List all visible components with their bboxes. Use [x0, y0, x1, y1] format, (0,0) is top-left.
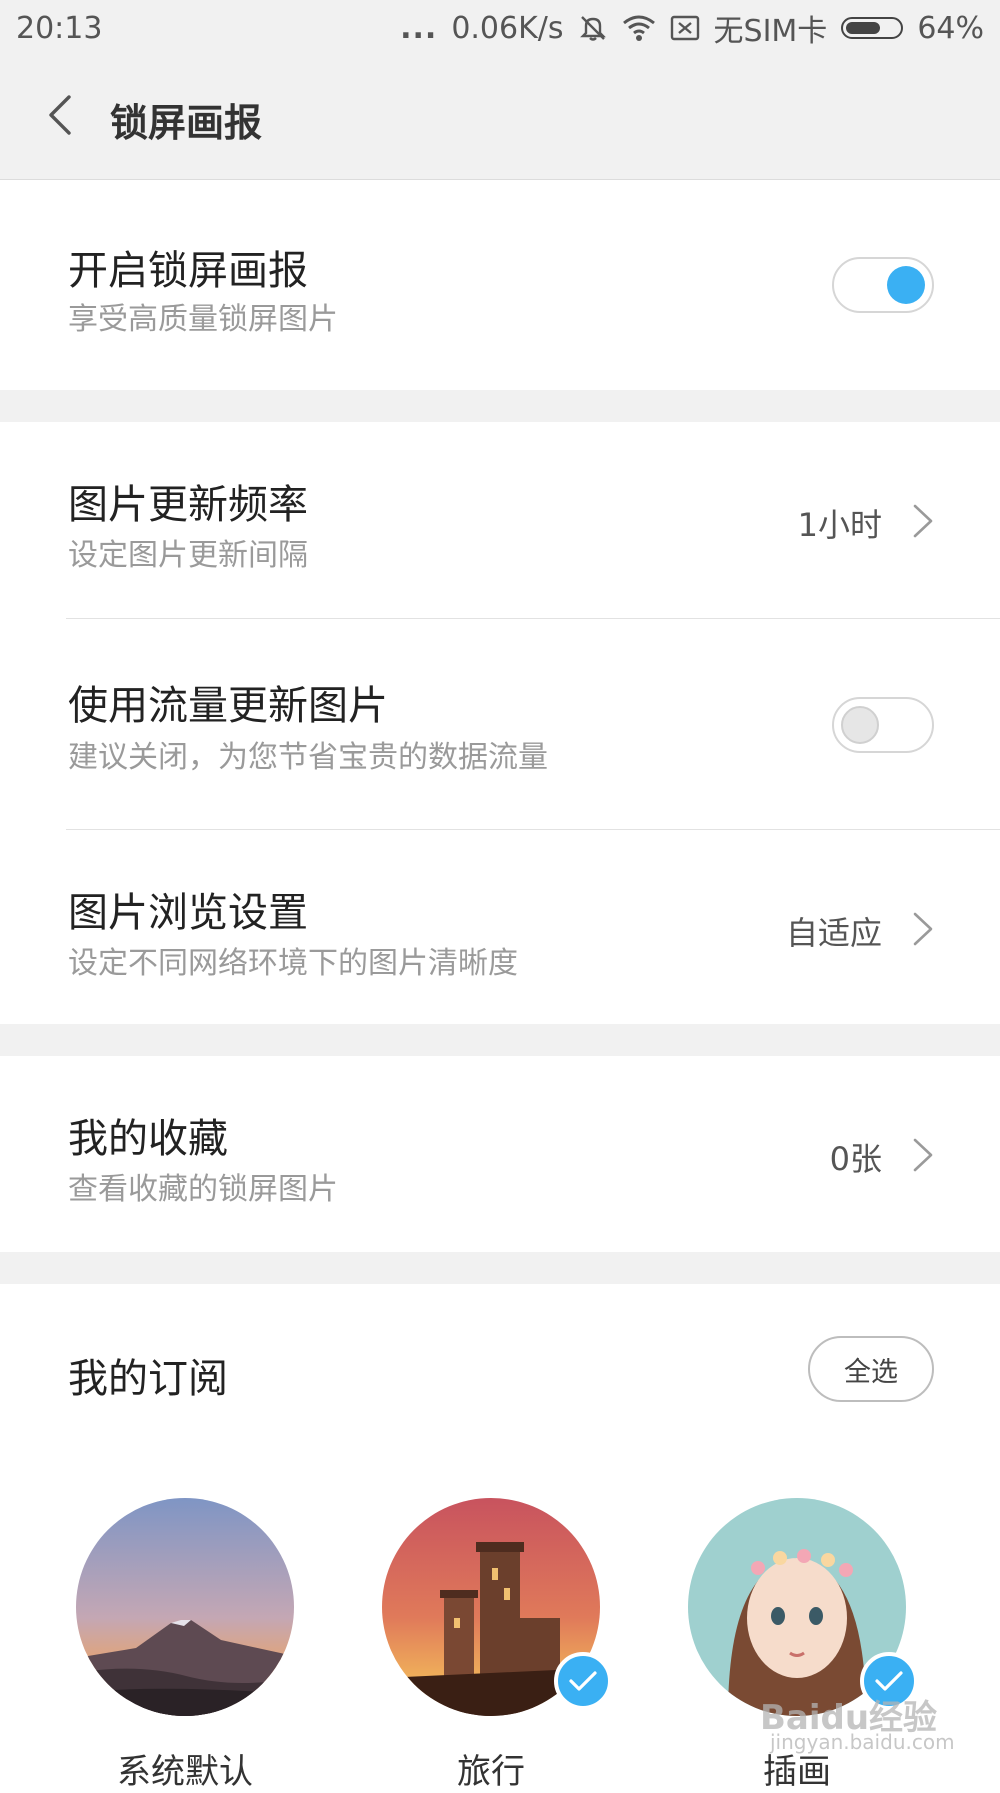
favorites-count: 0张 — [829, 1140, 882, 1178]
browse-settings-row[interactable]: 图片浏览设置 设定不同网络环境下的图片清晰度 自适应 — [0, 830, 1000, 1024]
check-icon — [875, 1671, 903, 1691]
battery-percent: 64% — [917, 10, 984, 46]
lockscreen-subtitle: 享受高质量锁屏图片 — [68, 302, 338, 337]
page-title: 锁屏画报 — [110, 101, 263, 145]
section-gap — [0, 1024, 1000, 1056]
favorites-row[interactable]: 我的收藏 查看收藏的锁屏图片 0张 — [0, 1056, 1000, 1252]
status-time: 20:13 — [16, 10, 103, 46]
browse-settings-subtitle: 设定不同网络环境下的图片清晰度 — [68, 946, 518, 981]
lockscreen-section: 开启锁屏画报 享受高质量锁屏图片 — [0, 180, 1000, 390]
select-all-button[interactable]: 全选 — [808, 1336, 934, 1402]
wifi-icon — [622, 14, 656, 42]
toggle-knob — [887, 266, 925, 304]
section-gap — [0, 1252, 1000, 1284]
lockscreen-toggle[interactable] — [832, 257, 934, 313]
no-sim-icon — [670, 14, 700, 42]
favorites-subtitle: 查看收藏的锁屏图片 — [68, 1172, 338, 1207]
sim-status: 无SIM卡 — [713, 14, 828, 49]
status-indicators: ... 0.06K/s 无SIM卡 64% — [400, 6, 984, 50]
favorites-section: 我的收藏 查看收藏的锁屏图片 0张 — [0, 1056, 1000, 1252]
settings-section: 图片更新频率 设定图片更新间隔 1小时 使用流量更新图片 建议关闭，为您节省宝贵… — [0, 422, 1000, 1024]
subscription-label: 系统默认 — [117, 1752, 253, 1792]
subscription-check — [860, 1652, 918, 1710]
network-speed: 0.06K/s — [451, 10, 564, 46]
subscription-thumbnail — [76, 1498, 294, 1716]
browse-settings-value: 自适应 — [785, 914, 882, 952]
mute-icon — [578, 13, 608, 43]
chevron-right-icon — [913, 912, 933, 946]
mobile-data-title: 使用流量更新图片 — [68, 683, 388, 729]
chevron-right-icon — [913, 1138, 933, 1172]
mobile-data-toggle[interactable] — [832, 697, 934, 753]
subscription-check — [554, 1652, 612, 1710]
status-dots: ... — [400, 10, 438, 46]
update-frequency-subtitle: 设定图片更新间隔 — [68, 538, 308, 573]
subscriptions-title: 我的订阅 — [68, 1356, 228, 1402]
battery-fill — [846, 22, 880, 34]
title-bar: 锁屏画报 — [0, 56, 1000, 180]
subscription-label: 旅行 — [457, 1752, 525, 1792]
section-gap — [0, 390, 1000, 422]
browse-settings-title: 图片浏览设置 — [68, 890, 308, 936]
chevron-left-icon — [49, 95, 71, 135]
back-button[interactable] — [30, 80, 90, 150]
favorites-title: 我的收藏 — [68, 1116, 228, 1162]
subscription-label: 插画 — [763, 1752, 831, 1792]
subscriptions-section: 我的订阅 全选 系统默认 旅行 插画 — [0, 1284, 1000, 1792]
mobile-data-row[interactable]: 使用流量更新图片 建议关闭，为您节省宝贵的数据流量 — [0, 619, 1000, 829]
update-frequency-title: 图片更新频率 — [68, 482, 308, 528]
update-frequency-value: 1小时 — [797, 506, 882, 544]
status-bar: 20:13 ... 0.06K/s 无SIM卡 64% — [0, 0, 1000, 56]
check-icon — [569, 1671, 597, 1691]
lockscreen-toggle-row[interactable]: 开启锁屏画报 享受高质量锁屏图片 — [0, 180, 1000, 390]
toggle-knob — [841, 706, 879, 744]
chevron-right-icon — [913, 504, 933, 538]
mobile-data-subtitle: 建议关闭，为您节省宝贵的数据流量 — [68, 740, 548, 775]
lockscreen-title: 开启锁屏画报 — [68, 248, 308, 294]
battery-icon — [841, 17, 904, 39]
update-frequency-row[interactable]: 图片更新频率 设定图片更新间隔 1小时 — [0, 422, 1000, 618]
